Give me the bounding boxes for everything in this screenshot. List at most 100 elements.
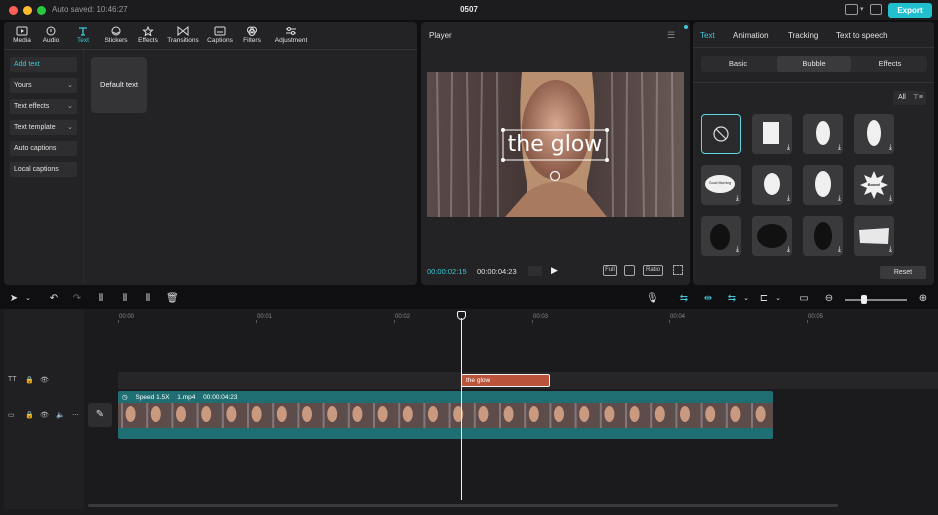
delete-left-icon[interactable]: ⫴ [119,293,131,305]
zoom-slider-handle[interactable] [861,295,867,304]
tab-text[interactable]: Text [700,31,715,40]
trash-icon[interactable]: 🗑 [166,293,179,305]
tab-transitions[interactable]: Transitions [165,26,201,44]
split-icon[interactable]: ⫴ [95,293,107,305]
sidebar-item-add-text[interactable]: Add text [10,57,77,72]
layout-chevron-icon[interactable]: ▾ [860,5,864,13]
current-timecode: 00:00:02:15 [427,267,467,276]
clip-label: ◷ Speed 1.5X 1.mp4 00:00:04:23 [122,393,244,401]
bubble-option[interactable]: ⤓ [803,216,843,256]
reset-button[interactable]: Reset [880,266,926,279]
undo-icon[interactable]: ↶ [48,293,60,305]
default-text-card[interactable]: Default text [91,57,147,113]
export-button[interactable]: Export [888,3,932,18]
filter-dropdown[interactable]: All ⊤≡ [893,91,926,105]
tab-animation[interactable]: Animation [733,31,769,40]
redo-icon[interactable]: ↷ [71,293,83,305]
main-track-magnet-icon[interactable]: ⇆ [678,293,690,305]
preview-axis-icon[interactable]: ⊏ [758,293,770,305]
player-panel: Player ☰ the glow 00:00:02:15 00:00:04:2… [421,22,690,285]
ruler-tick [118,320,119,323]
cover-edit-icon[interactable]: ✎ [88,403,112,427]
lock-icon[interactable]: 🔒 [25,411,34,419]
tab-audio[interactable]: Audio [33,26,69,44]
subtab-effects[interactable]: Effects [853,56,927,72]
menu-icon[interactable]: ☰ [667,30,675,41]
delete-right-icon[interactable]: ⫴ [142,293,154,305]
select-tool-icon[interactable]: ➤ [8,293,20,305]
bubble-option[interactable]: ⤓ [803,114,843,154]
tab-text-to-speech[interactable]: Text to speech [836,31,888,40]
bubble-option[interactable]: ⤓ [701,216,741,256]
full-quality-button[interactable]: Full [603,265,617,276]
zoom-slider-track[interactable] [845,299,907,301]
tab-captions[interactable]: Captions [202,26,238,44]
eye-icon[interactable]: 👁 [40,376,49,384]
none-icon [713,126,729,142]
play-icon[interactable]: ▶ [551,265,558,276]
zoom-out-icon[interactable]: ⊖ [823,293,835,305]
sidebar-item-local-captions[interactable]: Local captions [10,162,77,177]
sidebar-item-label: Text template [14,124,56,131]
sidebar-item-text-effects[interactable]: Text effects ⌄ [10,99,77,114]
tab-text[interactable]: Text [65,26,101,44]
bubble-none[interactable] [701,114,741,154]
tab-stickers[interactable]: Stickers [98,26,134,44]
microphone-icon[interactable]: 🎙 [646,293,659,305]
bubble-option[interactable]: Boom! ⤓ [854,165,894,205]
bubble-text: Good Morning [708,181,732,185]
ratio-button[interactable]: Ratio [643,265,663,276]
tab-effects[interactable]: Effects [130,26,166,44]
auto-snap-icon[interactable]: ⇹ [702,293,714,305]
clip-speed: Speed 1.5X [135,394,170,401]
horizontal-scrollbar[interactable] [88,504,838,507]
media-icon [16,26,28,36]
tab-adjustment[interactable]: Adjustment [271,26,311,44]
timecode-mode-icon[interactable] [528,266,542,276]
screen-icon[interactable]: ▭ [798,293,810,305]
clip-thumbnails [118,403,773,428]
ruler-label: 00:00 [119,314,135,320]
subtab-basic[interactable]: Basic [701,56,775,72]
screenshot-icon[interactable] [624,265,635,276]
audio-icon [46,26,56,36]
fullscreen-icon[interactable] [673,265,683,275]
lock-icon[interactable]: 🔒 [25,376,34,384]
bubble-option[interactable]: ⤓ [752,114,792,154]
bubble-option[interactable]: Good Morning ⤓ [701,165,741,205]
bubble-option[interactable]: ⤓ [854,114,894,154]
playhead-line[interactable] [461,318,462,500]
text-clip[interactable]: the glow [461,374,550,387]
zoom-in-icon[interactable]: ⊕ [917,293,929,305]
video-clip[interactable]: ◷ Speed 1.5X 1.mp4 00:00:04:23 [118,391,773,439]
sidebar-item-auto-captions[interactable]: Auto captions [10,141,77,156]
ruler-tick [532,320,533,323]
bubble-option[interactable]: ⤓ [803,165,843,205]
keyboard-icon[interactable] [870,4,882,15]
audio-mute-icon[interactable]: 🔈 [56,411,65,419]
chevron-down-icon[interactable]: ⌄ [740,293,752,305]
more-icon[interactable]: ⋯ [72,411,79,419]
subtab-label: Effects [878,59,902,68]
subtab-label: Bubble [802,59,826,68]
bubble-option[interactable]: ⤓ [854,216,894,256]
eye-icon[interactable]: 👁 [40,411,49,419]
bubble-option[interactable]: ⤓ [752,216,792,256]
linkage-icon[interactable]: ⇆ [726,293,738,305]
sidebar-item-text-template[interactable]: Text template ⌄ [10,120,77,135]
filter-label: All [898,94,906,101]
ratio-label: Ratio [645,267,660,273]
overlay-text[interactable]: the glow [503,130,607,160]
ruler-label: 00:05 [808,314,824,320]
video-preview[interactable]: the glow [427,72,684,217]
download-icon: ⤓ [735,246,739,253]
chevron-down-icon[interactable]: ⌄ [772,293,784,305]
bubble-option[interactable]: ⤓ [752,165,792,205]
subtab-bubble[interactable]: Bubble [777,56,851,72]
tab-tracking[interactable]: Tracking [788,31,818,40]
chevron-down-icon[interactable]: ⌄ [22,293,34,305]
tab-label: Effects [138,37,158,44]
sidebar-item-yours[interactable]: Yours ⌄ [10,78,77,93]
layout-icon[interactable] [845,4,858,15]
tab-filters[interactable]: Filters [234,26,270,44]
